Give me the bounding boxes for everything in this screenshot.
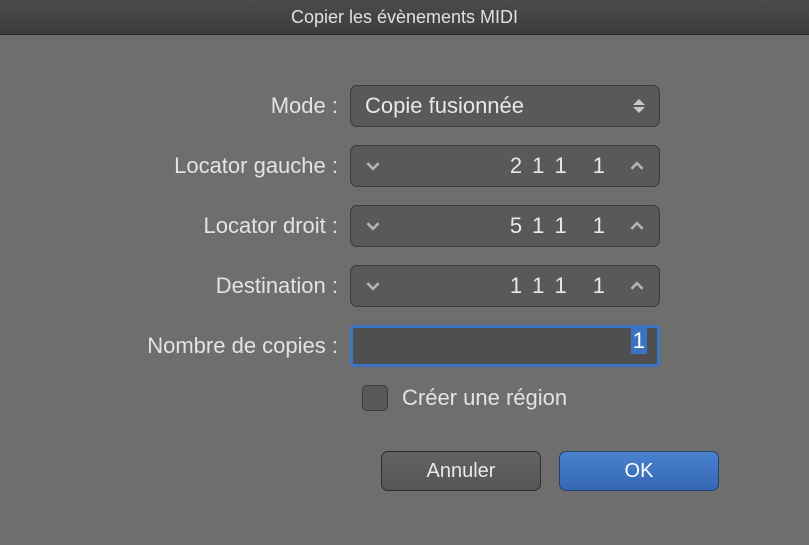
cancel-button[interactable]: Annuler: [381, 451, 541, 491]
destination-label: Destination :: [60, 273, 350, 299]
mode-select[interactable]: Copie fusionnée: [350, 85, 660, 127]
row-destination: Destination : 1 1 11: [60, 265, 749, 307]
row-mode: Mode : Copie fusionnée: [60, 85, 749, 127]
left-locator-label: Locator gauche :: [60, 153, 350, 179]
right-locator-stepper[interactable]: 5 1 11: [350, 205, 660, 247]
left-locator-stepper[interactable]: 2 1 11: [350, 145, 660, 187]
chevron-up-icon[interactable]: [627, 156, 647, 176]
mode-label: Mode :: [60, 93, 350, 119]
chevron-down-icon[interactable]: [363, 276, 383, 296]
create-region-label: Créer une région: [402, 385, 567, 411]
copies-label: Nombre de copies :: [60, 333, 350, 359]
copies-value: 1: [631, 327, 647, 354]
left-locator-value: 2 1 11: [383, 153, 627, 179]
row-create-region: Créer une région: [362, 385, 749, 411]
row-right-locator: Locator droit : 5 1 11: [60, 205, 749, 247]
chevron-up-icon[interactable]: [627, 216, 647, 236]
row-copies: Nombre de copies : 1: [60, 325, 749, 367]
right-locator-value: 5 1 11: [383, 213, 627, 239]
right-locator-label: Locator droit :: [60, 213, 350, 239]
row-left-locator: Locator gauche : 2 1 11: [60, 145, 749, 187]
ok-button[interactable]: OK: [559, 451, 719, 491]
create-region-checkbox[interactable]: [362, 385, 388, 411]
window-titlebar: Copier les évènements MIDI: [0, 0, 809, 35]
window-title: Copier les évènements MIDI: [291, 7, 518, 28]
chevron-down-icon[interactable]: [363, 216, 383, 236]
destination-stepper[interactable]: 1 1 11: [350, 265, 660, 307]
dialog-content: Mode : Copie fusionnée Locator gauche : …: [0, 35, 809, 521]
chevron-up-icon[interactable]: [627, 276, 647, 296]
dropdown-arrows-icon: [633, 99, 645, 113]
copies-input[interactable]: 1: [350, 325, 660, 367]
mode-select-value: Copie fusionnée: [365, 93, 524, 119]
destination-value: 1 1 11: [383, 273, 627, 299]
chevron-down-icon[interactable]: [363, 156, 383, 176]
button-row: Annuler OK: [60, 451, 749, 491]
